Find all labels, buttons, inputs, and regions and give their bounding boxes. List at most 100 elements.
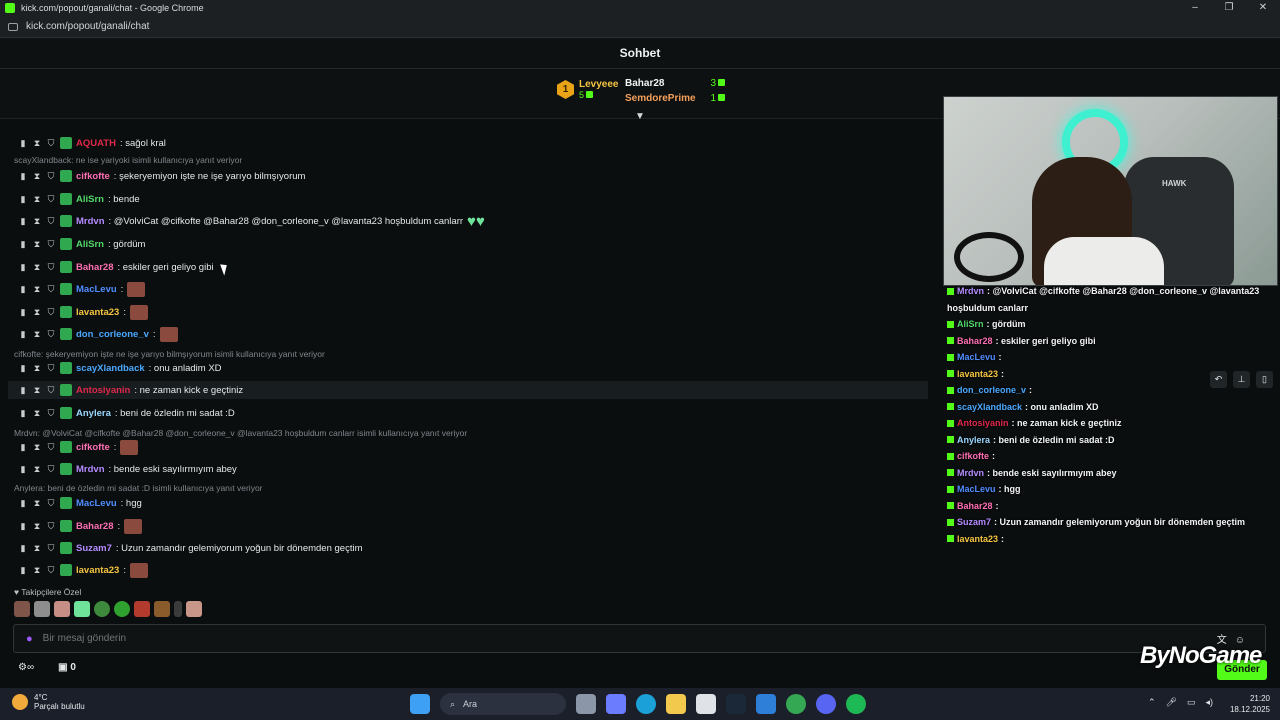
tray-overflow-icon[interactable]: ⌃	[1148, 697, 1156, 708]
chat-message[interactable]: ▮ ⧗ ⛉ cifkofte: şekeryemiyon işte ne işe ya…	[18, 167, 305, 185]
emote-button[interactable]	[14, 601, 30, 617]
chat-message[interactable]: ▮ ⧗ ⛉ MacLevu: hgg	[18, 494, 142, 512]
shield-icon[interactable]: ⛉	[46, 521, 56, 532]
chat-username[interactable]: scayXlandback	[76, 363, 145, 374]
weather-widget[interactable]: 4°C Parçalı bulutlu	[12, 693, 85, 711]
site-info-icon[interactable]	[8, 22, 18, 31]
pin-icon[interactable]: ⊥	[1233, 371, 1250, 388]
timeout-icon[interactable]: ⧗	[32, 408, 42, 419]
delete-icon[interactable]: ▯	[1256, 371, 1273, 388]
chat-message[interactable]: ▮ ⧗ ⛉ AliSrn: gördüm	[18, 235, 145, 253]
restore-button[interactable]: ❐	[1212, 0, 1246, 16]
trash-icon[interactable]: ▮	[18, 138, 28, 149]
chat-message[interactable]: ▮ ⧗ ⛉ lavanta23:	[18, 303, 148, 321]
task-view-icon[interactable]	[576, 694, 596, 714]
chat-message[interactable]: ▮ ⧗ ⛉ Bahar28: eskiler geri geliyo gibi	[18, 258, 214, 276]
reply-context[interactable]: cifkofte: şekeryemiyon işte ne işe yarıy…	[14, 349, 325, 359]
chat-username[interactable]: cifkofte	[76, 442, 110, 453]
chat-username[interactable]: lavanta23	[76, 307, 119, 318]
timeout-icon[interactable]: ⧗	[32, 385, 42, 396]
trash-icon[interactable]: ▮	[18, 442, 28, 453]
channel-points[interactable]: ▣ 0	[58, 662, 76, 673]
message-input[interactable]	[42, 633, 1143, 644]
trash-icon[interactable]: ▮	[18, 363, 28, 374]
emote-button[interactable]	[34, 601, 50, 617]
emote-button[interactable]	[94, 601, 110, 617]
address-bar[interactable]: kick.com/popout/ganali/chat	[0, 16, 1280, 38]
emote-button[interactable]	[154, 601, 170, 617]
settings-icon[interactable]: ⚙∞	[18, 662, 34, 673]
chat-message[interactable]: ▮ ⧗ ⛉ cifkofte:	[18, 438, 139, 456]
steam-icon[interactable]	[726, 694, 746, 714]
trash-icon[interactable]: ▮	[18, 216, 28, 227]
chat-message[interactable]: ▮ ⧗ ⛉ scayXlandback: onu anladim XD	[18, 359, 222, 377]
timeout-icon[interactable]: ⧗	[32, 329, 42, 340]
chat-username[interactable]: Anylera	[76, 408, 111, 419]
trash-icon[interactable]: ▮	[18, 543, 28, 554]
trash-icon[interactable]: ▮	[18, 385, 28, 396]
chat-username[interactable]: Bahar28	[76, 262, 114, 273]
display-icon[interactable]: ▭	[1187, 697, 1196, 708]
emote-button[interactable]	[134, 601, 150, 617]
chat-username[interactable]: Suzam7	[76, 543, 112, 554]
chat-message[interactable]: ▮ ⧗ ⛉ don_corleone_v:	[18, 325, 178, 343]
trash-icon[interactable]: ▮	[18, 498, 28, 509]
leaderboard-row[interactable]: Bahar28 3	[625, 76, 725, 91]
chat-message[interactable]: ▮ ⧗ ⛉ MacLevu:	[18, 280, 146, 298]
timeout-icon[interactable]: ⧗	[32, 521, 42, 532]
chat-message[interactable]: ▮ ⧗ ⛉ Suzam7: Uzun zamandır gelemiyorum yoğ…	[18, 539, 363, 557]
chat-username[interactable]: Mrdvn	[76, 464, 105, 475]
chat-username[interactable]: MacLevu	[76, 284, 117, 295]
trash-icon[interactable]: ▮	[18, 329, 28, 340]
shield-icon[interactable]: ⛉	[46, 138, 56, 149]
shield-icon[interactable]: ⛉	[46, 307, 56, 318]
timeout-icon[interactable]: ⧗	[32, 464, 42, 475]
chat-message[interactable]: ▮ ⧗ ⛉ lavanta23:	[18, 561, 148, 579]
close-button[interactable]: ✕	[1246, 0, 1280, 16]
timeout-icon[interactable]: ⧗	[32, 171, 42, 182]
reply-context[interactable]: Anylera: beni de özledin mi sadat :D isi…	[14, 483, 263, 493]
shield-icon[interactable]: ⛉	[46, 363, 56, 374]
trash-icon[interactable]: ▮	[18, 408, 28, 419]
chat-message[interactable]: ▮ ⧗ ⛉ Anylera: beni de özledin mi sadat :D	[18, 404, 235, 422]
app-icon[interactable]	[756, 694, 776, 714]
chat-username[interactable]: Mrdvn	[76, 216, 105, 227]
shield-icon[interactable]: ⛉	[46, 262, 56, 273]
timeout-icon[interactable]: ⧗	[32, 262, 42, 273]
shield-icon[interactable]: ⛉	[46, 543, 56, 554]
reply-context[interactable]: Mrdvn: @VolviCat @cifkofte @Bahar28 @don…	[14, 428, 467, 438]
taskbar-search[interactable]: ⌕ Ara	[440, 693, 566, 715]
shield-icon[interactable]: ⛉	[46, 239, 56, 250]
minimize-button[interactable]: –	[1178, 0, 1212, 16]
reply-context[interactable]: scayXlandback: ne ise yariyoki isimli ku…	[14, 155, 242, 165]
shield-icon[interactable]: ⛉	[46, 194, 56, 205]
chat-username[interactable]: Antosiyanin	[76, 385, 130, 396]
emote-button[interactable]	[114, 601, 130, 617]
emote-button[interactable]	[174, 601, 182, 617]
edge-icon[interactable]	[636, 694, 656, 714]
shield-icon[interactable]: ⛉	[46, 408, 56, 419]
shield-icon[interactable]: ⛉	[46, 442, 56, 453]
store-icon[interactable]	[696, 694, 716, 714]
timeout-icon[interactable]: ⧗	[32, 138, 42, 149]
discord-icon[interactable]	[816, 694, 836, 714]
microphone-icon[interactable]: ●	[26, 633, 33, 645]
shield-icon[interactable]: ⛉	[46, 284, 56, 295]
chat-username[interactable]: don_corleone_v	[76, 329, 149, 340]
trash-icon[interactable]: ▮	[18, 171, 28, 182]
copilot-icon[interactable]	[606, 694, 626, 714]
timeout-icon[interactable]: ⧗	[32, 284, 42, 295]
shield-icon[interactable]: ⛉	[46, 171, 56, 182]
chat-username[interactable]: Bahar28	[76, 521, 114, 532]
trash-icon[interactable]: ▮	[18, 521, 28, 532]
mic-icon[interactable]: 🎤︎	[1166, 697, 1177, 708]
chat-message[interactable]: ▮ ⧗ ⛉ AliSrn: bende	[18, 190, 140, 208]
shield-icon[interactable]: ⛉	[46, 216, 56, 227]
timeout-icon[interactable]: ⧗	[32, 565, 42, 576]
trash-icon[interactable]: ▮	[18, 565, 28, 576]
shield-icon[interactable]: ⛉	[46, 385, 56, 396]
emote-button[interactable]	[186, 601, 202, 617]
trash-icon[interactable]: ▮	[18, 464, 28, 475]
chat-username[interactable]: AliSrn	[76, 194, 104, 205]
timeout-icon[interactable]: ⧗	[32, 307, 42, 318]
